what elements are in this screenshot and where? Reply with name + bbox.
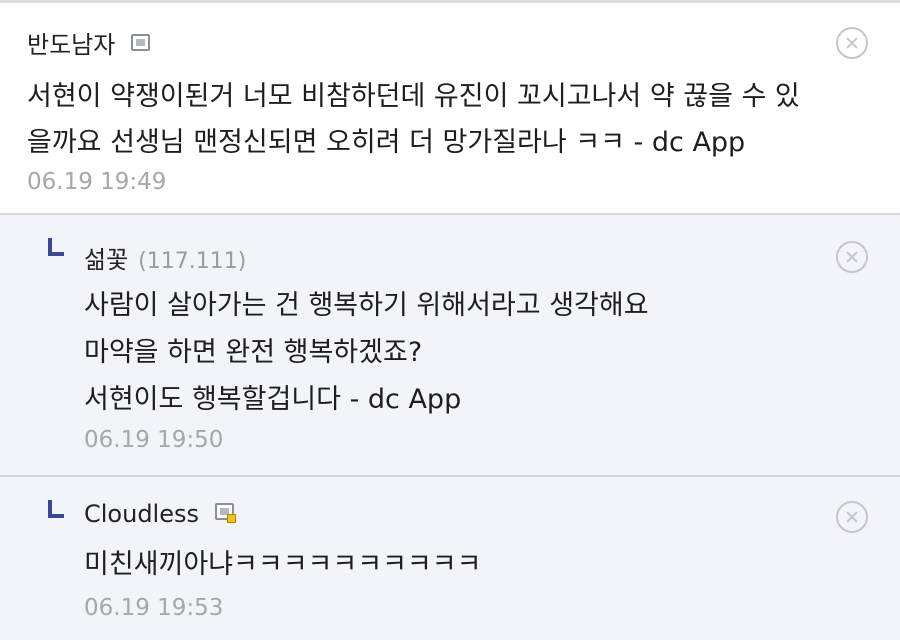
reply-item: Cloudless 미친새끼아냐ㅋㅋㅋㅋㅋㅋㅋㅋㅋㅋ 06.19 19:53 [0,477,900,640]
comment-timestamp: 06.19 19:50 [84,427,224,453]
comment-text-line: 서현이도 행복할겁니다 - dc App [84,384,462,415]
author-name: 반도남자 [27,31,116,59]
comment-item: 반도남자 서현이 약쟁이된거 너모 비참하던데 유진이 꼬시고나서 약 끊을 수… [0,3,900,215]
comment-text-line: 서현이 약쟁이된거 너모 비참하던데 유진이 꼬시고나서 약 끊을 수 있 [27,81,800,112]
comment-text-line: 사람이 살아가는 건 행복하기 위해서라고 생각해요 [84,290,649,321]
delete-comment-button[interactable] [836,501,868,533]
author-name: Cloudless [84,500,199,528]
comment-text-line: 을까요 선생님 맨정신되면 오히려 더 망가질라나 ㅋㅋ - dc App [27,127,746,158]
comment-timestamp: 06.19 19:53 [84,595,224,621]
reply-item: 섦꽃 (117.111) 사람이 살아가는 건 행복하기 위해서라고 생각해요 마… [0,215,900,477]
author-name: 섦꽃 [84,246,129,274]
comment-text-line: 마약을 하면 완전 행복하겠죠? [84,337,423,368]
member-badge-icon [214,503,236,523]
comment-author[interactable]: 반도남자 [27,25,150,60]
comment-author[interactable]: 섦꽃 (117.111) [84,240,246,275]
member-badge-icon [130,34,150,51]
delete-comment-button[interactable] [836,241,868,273]
reply-arrow-icon [48,500,66,518]
delete-comment-button[interactable] [836,27,868,59]
reply-arrow-icon [48,238,66,256]
comment-author[interactable]: Cloudless [84,500,236,528]
comment-timestamp: 06.19 19:49 [27,169,167,195]
comment-text-line: 미친새끼아냐ㅋㅋㅋㅋㅋㅋㅋㅋㅋㅋ [84,549,482,580]
author-ip: (117.111) [138,249,247,274]
